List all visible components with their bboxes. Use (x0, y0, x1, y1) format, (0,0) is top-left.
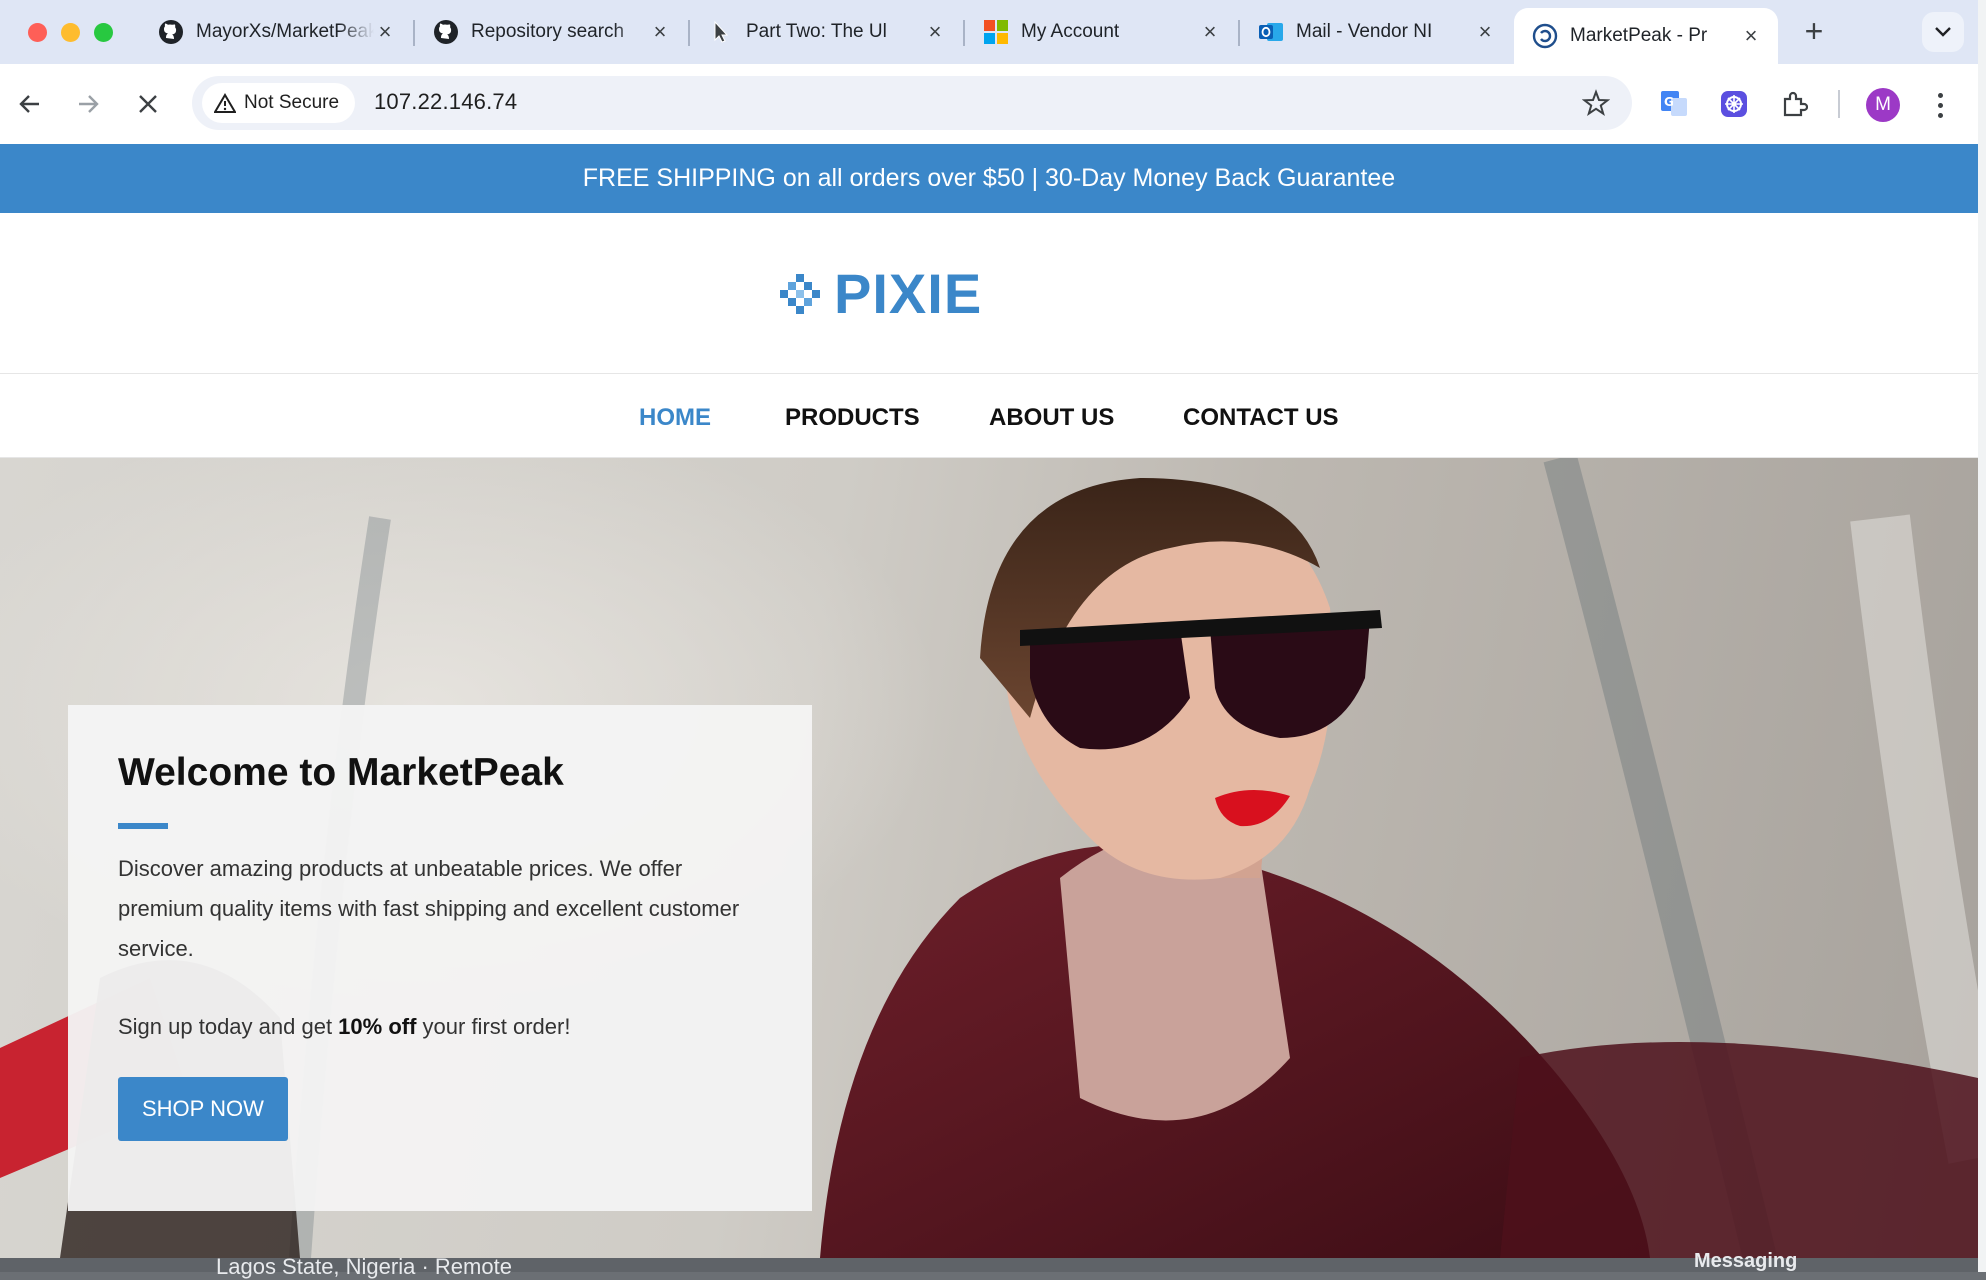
tab-github-marketpeak[interactable]: MayorXs/MarketPeak × (140, 8, 412, 56)
close-tab-icon[interactable]: × (1740, 23, 1762, 48)
browser-menu-icon[interactable] (1930, 88, 1950, 122)
new-tab-button[interactable]: + (1798, 15, 1830, 48)
background-location-text: Lagos State, Nigeria · Remote (216, 1254, 512, 1279)
browser-window: MayorXs/MarketPeak × Repository search ×… (0, 0, 1978, 1258)
signup-suffix: your first order! (416, 1014, 571, 1039)
cursor-icon (708, 19, 734, 45)
forward-button[interactable] (70, 86, 106, 122)
nav-contact-us[interactable]: CONTACT US (1183, 404, 1339, 432)
pixie-logo-icon (780, 273, 820, 314)
close-tab-icon[interactable]: × (1474, 19, 1496, 44)
close-tab-icon[interactable]: × (1199, 19, 1221, 44)
hero-title: Welcome to MarketPeak (118, 751, 564, 794)
shop-now-button[interactable]: SHOP NOW (118, 1077, 288, 1141)
close-icon (139, 95, 157, 113)
nav-products[interactable]: PRODUCTS (785, 404, 920, 432)
tab-label: MayorXs/MarketPeak (196, 21, 374, 42)
tab-label: My Account (1021, 21, 1120, 42)
site-logo[interactable]: PIXIE (778, 261, 982, 326)
maximize-window-button[interactable] (94, 23, 113, 42)
outlook-icon (1258, 19, 1284, 45)
logo-text: PIXIE (834, 262, 983, 325)
tab-my-account[interactable]: My Account × (965, 8, 1237, 56)
tab-marketpeak-active[interactable]: MarketPeak - Pr × (1514, 8, 1778, 64)
nav-home[interactable]: HOME (639, 404, 711, 432)
tab-label: MarketPeak - Pr (1570, 25, 1708, 46)
main-nav: HOME PRODUCTS ABOUT US CONTACT US (0, 374, 1978, 458)
signup-discount: 10% off (338, 1014, 417, 1039)
security-chip[interactable]: Not Secure (202, 83, 356, 123)
promo-banner: FREE SHIPPING on all orders over $50 | 3… (0, 144, 1978, 213)
tab-label: Mail - Vendor NI (1296, 21, 1433, 42)
background-window-edge (1978, 0, 1986, 1272)
github-icon (158, 19, 184, 45)
forward-arrow-icon (79, 95, 99, 113)
tab-mail-vendor[interactable]: Mail - Vendor NI × (1240, 8, 1512, 56)
address-bar[interactable]: Not Secure 107.22.146.74 (192, 76, 1632, 130)
back-arrow-icon (19, 95, 39, 113)
close-tab-icon[interactable]: × (649, 19, 671, 44)
svg-text:G: G (1664, 95, 1674, 109)
tab-label: Repository search (471, 21, 625, 42)
github-icon (433, 19, 459, 45)
hero-signup-text: Sign up today and get 10% off your first… (118, 1007, 762, 1047)
close-window-button[interactable] (28, 23, 47, 42)
tab-part-two[interactable]: Part Two: The Ul × (690, 8, 962, 56)
hero-description: Discover amazing products at unbeatable … (118, 856, 740, 961)
header-logo-area: PIXIE (0, 213, 1978, 374)
signup-prefix: Sign up today and get (118, 1014, 339, 1039)
nav-about-us[interactable]: ABOUT US (989, 404, 1114, 432)
tab-label: Part Two: The Ul (746, 21, 887, 42)
google-translate-icon[interactable]: G (1658, 88, 1690, 120)
tab-strip: MayorXs/MarketPeak × Repository search ×… (0, 0, 1978, 64)
back-button[interactable] (12, 86, 48, 122)
stop-loading-button[interactable] (130, 86, 166, 122)
toolbar-divider (1838, 90, 1840, 118)
url-text[interactable]: 107.22.146.74 (374, 89, 517, 115)
tab-search-button[interactable] (1922, 12, 1964, 52)
hero-card: Welcome to MarketPeak Discover amazing p… (68, 705, 812, 1211)
globe-icon (1532, 23, 1558, 49)
web-page: FREE SHIPPING on all orders over $50 | 3… (0, 144, 1978, 1258)
chevron-down-icon (1935, 27, 1951, 37)
extension-snowflake-icon[interactable] (1718, 88, 1750, 120)
hero-section: Welcome to MarketPeak Discover amazing p… (0, 458, 1978, 1258)
accent-bar (118, 823, 168, 829)
warning-icon (214, 93, 236, 113)
tab-repository-search[interactable]: Repository search × (415, 8, 687, 56)
bookmark-star-icon[interactable] (1582, 89, 1610, 117)
extensions-puzzle-icon[interactable] (1778, 88, 1810, 120)
close-tab-icon[interactable]: × (924, 19, 946, 44)
browser-toolbar: Not Secure 107.22.146.74 G M (0, 64, 1978, 145)
security-label: Not Secure (244, 92, 340, 113)
profile-avatar[interactable]: M (1866, 88, 1900, 122)
minimize-window-button[interactable] (61, 23, 80, 42)
background-messaging-text: Messaging (1694, 1250, 1798, 1272)
microsoft-icon (983, 19, 1009, 45)
close-tab-icon[interactable]: × (374, 19, 396, 44)
